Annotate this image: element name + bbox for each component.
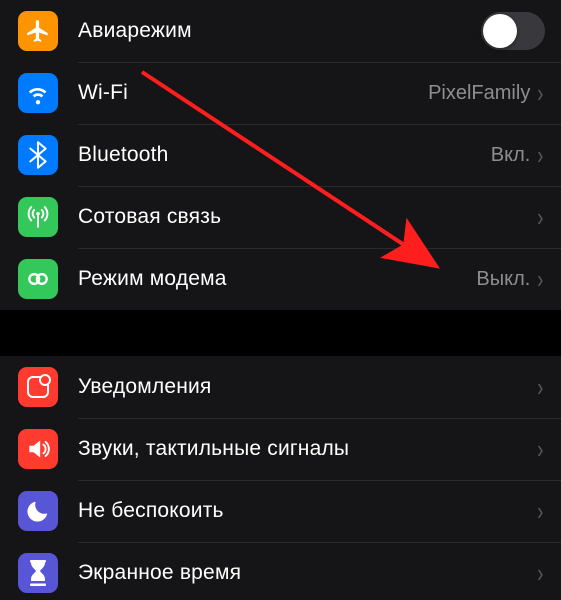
sounds-label: Звуки, тактильные сигналы xyxy=(78,437,536,461)
row-dnd[interactable]: Не беспокоить › xyxy=(0,480,561,542)
wifi-value: PixelFamily xyxy=(428,82,530,105)
moon-icon xyxy=(18,491,58,531)
chevron-right-icon: › xyxy=(538,374,544,400)
cellular-label: Сотовая связь xyxy=(78,205,536,229)
chevron-right-icon: › xyxy=(538,560,544,586)
row-sounds[interactable]: Звуки, тактильные сигналы › xyxy=(0,418,561,480)
row-hotspot[interactable]: Режим модема Выкл. › xyxy=(0,248,561,310)
hotspot-value: Выкл. xyxy=(476,268,530,291)
screen-time-label: Экранное время xyxy=(78,561,536,585)
row-notifications[interactable]: Уведомления › xyxy=(0,356,561,418)
row-screen-time[interactable]: Экранное время › xyxy=(0,542,561,600)
wifi-icon xyxy=(18,73,58,113)
airplane-toggle[interactable] xyxy=(481,12,545,50)
chevron-right-icon: › xyxy=(538,436,544,462)
bluetooth-value: Вкл. xyxy=(491,144,531,167)
row-airplane-mode[interactable]: Авиарежим xyxy=(0,0,561,62)
hotspot-icon xyxy=(18,259,58,299)
settings-screen: Авиарежим Wi-Fi PixelFamily › Bluetooth … xyxy=(0,0,561,600)
notifications-label: Уведомления xyxy=(78,375,536,399)
airplane-icon xyxy=(18,11,58,51)
sounds-icon xyxy=(18,429,58,469)
row-cellular[interactable]: Сотовая связь › xyxy=(0,186,561,248)
row-bluetooth[interactable]: Bluetooth Вкл. › xyxy=(0,124,561,186)
bluetooth-icon xyxy=(18,135,58,175)
bluetooth-label: Bluetooth xyxy=(78,143,491,167)
settings-group-preferences: Уведомления › Звуки, тактильные сигналы … xyxy=(0,356,561,600)
hotspot-label: Режим модема xyxy=(78,267,476,291)
settings-group-connectivity: Авиарежим Wi-Fi PixelFamily › Bluetooth … xyxy=(0,0,561,310)
chevron-right-icon: › xyxy=(538,80,544,106)
airplane-label: Авиарежим xyxy=(78,19,481,43)
chevron-right-icon: › xyxy=(538,266,544,292)
chevron-right-icon: › xyxy=(538,498,544,524)
wifi-label: Wi-Fi xyxy=(78,81,428,105)
dnd-label: Не беспокоить xyxy=(78,499,536,523)
notifications-icon xyxy=(18,367,58,407)
toggle-knob xyxy=(483,14,517,48)
row-wifi[interactable]: Wi-Fi PixelFamily › xyxy=(0,62,561,124)
cellular-icon xyxy=(18,197,58,237)
hourglass-icon xyxy=(18,553,58,593)
section-gap xyxy=(0,310,561,356)
chevron-right-icon: › xyxy=(538,142,544,168)
chevron-right-icon: › xyxy=(538,204,544,230)
